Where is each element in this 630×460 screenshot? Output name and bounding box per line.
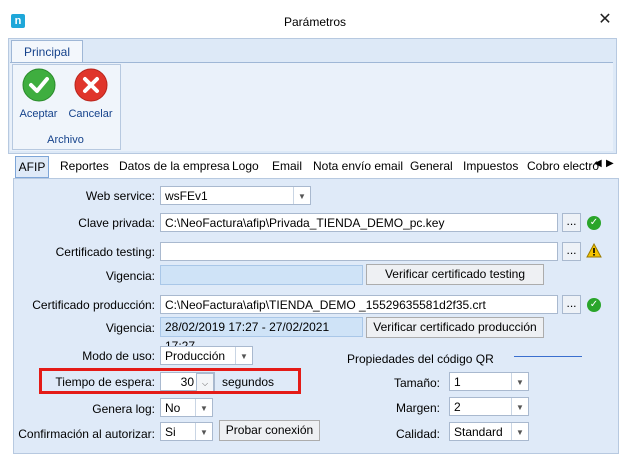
chevron-down-icon[interactable]: ▼	[293, 187, 310, 204]
private-key-browse-button[interactable]: ...	[562, 213, 581, 232]
qr-size-value: 1	[454, 375, 461, 389]
web-service-value: wsFEv1	[165, 189, 208, 203]
accept-button[interactable]: Aceptar	[15, 66, 62, 130]
vigencia-testing-label: Vigencia:	[105, 269, 155, 283]
chevron-down-icon[interactable]: ▼	[511, 398, 528, 415]
verify-testing-button[interactable]: Verificar certificado testing	[366, 264, 544, 285]
mode-select[interactable]: Producción ▼	[160, 346, 253, 365]
cert-prod-browse-button[interactable]: ...	[562, 295, 581, 314]
tab-email[interactable]: Email	[272, 156, 302, 176]
verify-prod-button[interactable]: Verificar certificado producción	[366, 317, 544, 338]
qr-quality-label: Calidad:	[395, 427, 440, 441]
mode-label: Modo de uso:	[82, 349, 155, 363]
window-title: Parámetros	[283, 15, 347, 29]
accept-label: Aceptar	[19, 108, 58, 120]
web-service-select[interactable]: wsFEv1 ▼	[160, 186, 311, 205]
cert-prod-label: Certificado producción:	[32, 298, 155, 312]
chevron-down-icon[interactable]: ▼	[511, 373, 528, 390]
qr-margin-select[interactable]: 2 ▼	[449, 397, 529, 416]
confirm-label: Confirmación al autorizar:	[18, 427, 155, 441]
cert-testing-label: Certificado testing:	[55, 245, 155, 259]
cert-prod-field[interactable]: C:\NeoFactura\afip\TIENDA_DEMO _15529635…	[160, 295, 558, 314]
chevron-down-icon[interactable]: ▼	[195, 399, 212, 416]
tab-impuestos[interactable]: Impuestos	[463, 156, 518, 176]
qr-quality-value: Standard	[454, 425, 503, 439]
vigencia-prod-label: Vigencia:	[105, 321, 155, 335]
tab-nota-envio-email[interactable]: Nota envío email	[313, 156, 403, 176]
check-circle-icon: ✓	[587, 298, 601, 312]
ribbon-tab-principal[interactable]: Principal	[11, 40, 83, 63]
tab-logo[interactable]: Logo	[232, 156, 259, 176]
cert-testing-browse-button[interactable]: ...	[562, 242, 581, 261]
private-key-label: Clave privada:	[78, 216, 155, 230]
chevron-down-icon[interactable]: ▼	[235, 347, 252, 364]
parameters-window: n Parámetros ✕ Principal Aceptar Cancela…	[0, 0, 630, 460]
qr-margin-value: 2	[454, 400, 461, 414]
chevron-down-icon[interactable]: ▼	[195, 423, 212, 440]
qr-section-divider	[514, 356, 582, 357]
check-circle-icon: ✓	[587, 216, 601, 230]
warning-icon	[586, 243, 602, 258]
test-connection-button[interactable]: Probar conexión	[219, 420, 320, 441]
qr-quality-select[interactable]: Standard ▼	[449, 422, 529, 441]
private-key-field[interactable]: C:\NeoFactura\afip\Privada_TIENDA_DEMO_p…	[160, 213, 558, 232]
qr-section-title: Propiedades del código QR	[347, 352, 494, 366]
log-select[interactable]: No ▼	[160, 398, 213, 417]
check-icon	[22, 68, 56, 102]
tab-scroll-right-icon[interactable]: ▶	[606, 158, 614, 169]
cert-testing-field[interactable]	[160, 242, 558, 261]
vigencia-testing-value	[160, 265, 363, 285]
highlight-box	[39, 368, 301, 394]
tab-datos-empresa[interactable]: Datos de la empresa	[119, 156, 230, 176]
tab-reportes[interactable]: Reportes	[60, 156, 109, 176]
tab-scroll-left-icon[interactable]: ◀	[594, 158, 602, 169]
qr-margin-label: Margen:	[395, 401, 440, 415]
close-icon[interactable]: ✕	[596, 11, 614, 29]
mode-value: Producción	[165, 349, 226, 363]
cancel-icon	[74, 68, 108, 102]
qr-size-select[interactable]: 1 ▼	[449, 372, 529, 391]
confirm-value: Si	[165, 425, 176, 439]
log-value: No	[165, 401, 181, 415]
vigencia-prod-value: 28/02/2019 17:27 - 27/02/2021 17:27	[160, 317, 363, 353]
ribbon-group-label: Archivo	[47, 134, 84, 146]
tab-general[interactable]: General	[410, 156, 453, 176]
tab-cobro-electronico[interactable]: Cobro electró	[527, 156, 599, 176]
confirm-select[interactable]: Si ▼	[160, 422, 213, 441]
chevron-down-icon[interactable]: ▼	[511, 423, 528, 440]
qr-size-label: Tamaño:	[393, 376, 440, 390]
cancel-label: Cancelar	[68, 108, 113, 120]
tab-afip[interactable]: AFIP	[15, 156, 49, 178]
web-service-label: Web service:	[85, 189, 155, 203]
log-label: Genera log:	[92, 402, 155, 416]
cancel-button[interactable]: Cancelar	[67, 66, 114, 130]
